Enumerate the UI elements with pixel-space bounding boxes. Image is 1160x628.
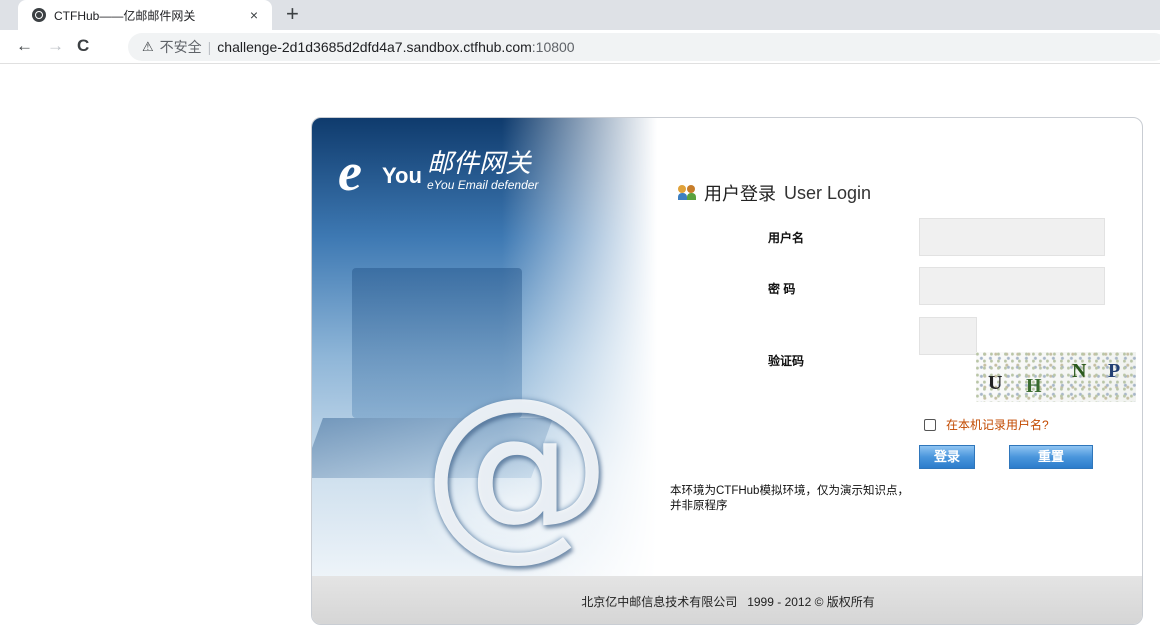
- username-input[interactable]: [919, 218, 1105, 256]
- captcha-input[interactable]: [919, 317, 977, 355]
- browser-toolbar: ← → C ⚠ 不安全 | challenge-2d1d3685d2dfd4a7…: [0, 30, 1160, 64]
- remember-label[interactable]: 在本机记录用户名?: [946, 416, 1049, 433]
- captcha-image[interactable]: U H N P: [976, 352, 1136, 402]
- login-heading-cn: 用户登录: [704, 184, 776, 204]
- environment-notice: 本环境为CTFHub模拟环境，仅为演示知识点，并非原程序: [670, 485, 909, 512]
- back-arrow-icon[interactable]: ←: [16, 36, 33, 56]
- globe-icon: [32, 8, 46, 22]
- warning-icon[interactable]: ⚠: [142, 39, 154, 55]
- reset-button[interactable]: 重置: [1009, 445, 1093, 469]
- login-button[interactable]: 登录: [919, 445, 975, 469]
- eyou-logo-mark: e: [338, 142, 362, 202]
- hero-image: e You 邮件网关 eYou Email defender @: [312, 118, 657, 578]
- users-icon: [678, 185, 698, 201]
- remember-username[interactable]: 在本机记录用户名?: [924, 416, 1049, 433]
- eyou-logo-you: You: [382, 163, 422, 188]
- security-status[interactable]: 不安全: [160, 37, 202, 57]
- url-port: :10800: [531, 39, 575, 55]
- page-footer: 北京亿中邮信息技术有限公司 1999 - 2012 © 版权所有: [312, 576, 1142, 624]
- reload-icon[interactable]: C: [77, 36, 89, 56]
- browser-tab-strip: CTFHub——亿邮邮件网关 × +: [0, 0, 1160, 30]
- tab-title: CTFHub——亿邮邮件网关: [54, 8, 196, 23]
- captcha-char: H: [1026, 375, 1042, 397]
- forward-arrow-icon[interactable]: →: [47, 36, 64, 56]
- captcha-label: 验证码: [768, 354, 805, 368]
- captcha-char: U: [988, 372, 1003, 394]
- login-panel: e You 邮件网关 eYou Email defender @ 用户登录 Us…: [311, 117, 1143, 625]
- username-label: 用户名: [768, 231, 805, 245]
- brand-title: 邮件网关: [427, 148, 532, 178]
- address-bar[interactable]: ⚠ 不安全 | challenge-2d1d3685d2dfd4a7.sandb…: [128, 33, 1160, 61]
- password-input[interactable]: [919, 267, 1105, 305]
- new-tab-icon[interactable]: +: [286, 3, 299, 25]
- captcha-char: N: [1072, 360, 1087, 382]
- remember-checkbox[interactable]: [924, 418, 936, 431]
- captcha-char: P: [1108, 360, 1121, 382]
- login-heading-en: User Login: [784, 182, 872, 203]
- url-host: challenge-2d1d3685d2dfd4a7.sandbox.ctfhu…: [217, 39, 532, 55]
- browser-tab[interactable]: CTFHub——亿邮邮件网关 ×: [18, 0, 272, 30]
- login-heading: 用户登录 User Login: [678, 180, 871, 206]
- address-separator: |: [207, 39, 212, 55]
- at-sign-graphic: @: [422, 357, 612, 578]
- brand-subtitle: eYou Email defender: [427, 178, 539, 192]
- close-tab-icon[interactable]: ×: [250, 7, 258, 23]
- copyright-text: 北京亿中邮信息技术有限公司 1999 - 2012 © 版权所有: [581, 594, 875, 609]
- password-label: 密 码: [768, 282, 796, 296]
